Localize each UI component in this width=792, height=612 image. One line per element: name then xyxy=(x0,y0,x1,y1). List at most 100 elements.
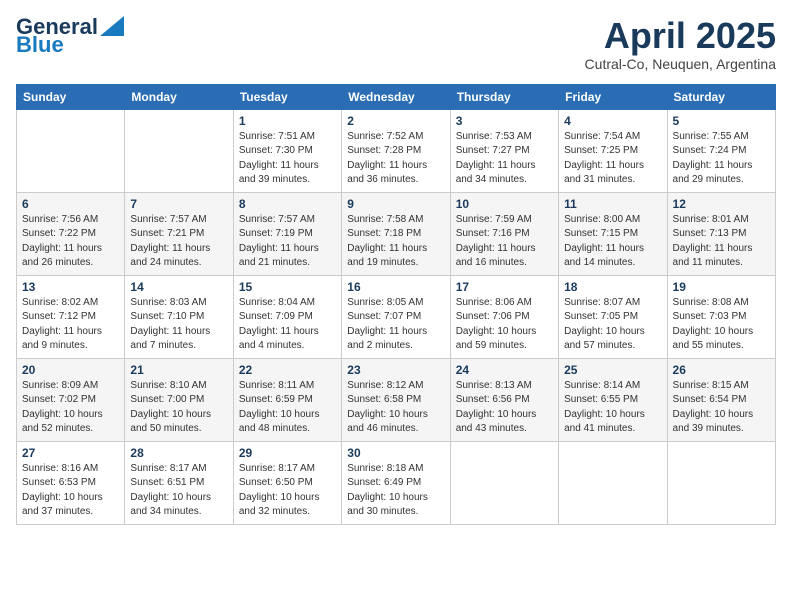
day-info: Sunrise: 7:53 AMSunset: 7:27 PMDaylight:… xyxy=(456,130,553,188)
day-info: Sunrise: 8:09 AMSunset: 7:02 PMDaylight:… xyxy=(22,379,119,437)
weekday-header-row: SundayMondayTuesdayWednesdayThursdayFrid… xyxy=(17,84,776,109)
weekday-header-wednesday: Wednesday xyxy=(342,84,450,109)
day-cell-14: 14 Sunrise: 8:03 AMSunset: 7:10 PMDayligh… xyxy=(125,275,233,358)
day-number: 3 xyxy=(456,114,553,128)
day-cell-17: 17 Sunrise: 8:06 AMSunset: 7:06 PMDayligh… xyxy=(450,275,558,358)
day-number: 4 xyxy=(564,114,661,128)
subtitle: Cutral-Co, Neuquen, Argentina xyxy=(585,56,776,72)
day-number: 11 xyxy=(564,197,661,211)
day-cell-26: 26 Sunrise: 8:15 AMSunset: 6:54 PMDayligh… xyxy=(667,358,775,441)
logo-icon xyxy=(100,16,124,36)
weekday-header-thursday: Thursday xyxy=(450,84,558,109)
day-info: Sunrise: 8:10 AMSunset: 7:00 PMDaylight:… xyxy=(130,379,227,437)
day-cell-7: 7 Sunrise: 7:57 AMSunset: 7:21 PMDaylight… xyxy=(125,192,233,275)
day-number: 5 xyxy=(673,114,770,128)
month-title: April 2025 xyxy=(585,16,776,56)
day-info: Sunrise: 8:07 AMSunset: 7:05 PMDaylight:… xyxy=(564,296,661,354)
day-cell-24: 24 Sunrise: 8:13 AMSunset: 6:56 PMDayligh… xyxy=(450,358,558,441)
day-cell-8: 8 Sunrise: 7:57 AMSunset: 7:19 PMDaylight… xyxy=(233,192,341,275)
day-info: Sunrise: 8:08 AMSunset: 7:03 PMDaylight:… xyxy=(673,296,770,354)
day-number: 16 xyxy=(347,280,444,294)
day-info: Sunrise: 7:58 AMSunset: 7:18 PMDaylight:… xyxy=(347,213,444,271)
day-info: Sunrise: 8:12 AMSunset: 6:58 PMDaylight:… xyxy=(347,379,444,437)
day-info: Sunrise: 7:56 AMSunset: 7:22 PMDaylight:… xyxy=(22,213,119,271)
day-number: 8 xyxy=(239,197,336,211)
day-cell-12: 12 Sunrise: 8:01 AMSunset: 7:13 PMDayligh… xyxy=(667,192,775,275)
day-cell-1: 1 Sunrise: 7:51 AMSunset: 7:30 PMDaylight… xyxy=(233,109,341,192)
day-number: 13 xyxy=(22,280,119,294)
day-info: Sunrise: 8:04 AMSunset: 7:09 PMDaylight:… xyxy=(239,296,336,354)
day-cell-29: 29Sunrise: 8:17 AMSunset: 6:50 PMDayligh… xyxy=(233,441,341,524)
day-info: Sunrise: 8:15 AMSunset: 6:54 PMDaylight:… xyxy=(673,379,770,437)
day-number: 22 xyxy=(239,363,336,377)
day-info: Sunrise: 8:13 AMSunset: 6:56 PMDaylight:… xyxy=(456,379,553,437)
day-cell-22: 22 Sunrise: 8:11 AMSunset: 6:59 PMDayligh… xyxy=(233,358,341,441)
day-cell-15: 15 Sunrise: 8:04 AMSunset: 7:09 PMDayligh… xyxy=(233,275,341,358)
day-cell-23: 23 Sunrise: 8:12 AMSunset: 6:58 PMDayligh… xyxy=(342,358,450,441)
weekday-header-sunday: Sunday xyxy=(17,84,125,109)
day-info: Sunrise: 8:01 AMSunset: 7:13 PMDaylight:… xyxy=(673,213,770,271)
day-cell-9: 9Sunrise: 7:58 AMSunset: 7:18 PMDaylight… xyxy=(342,192,450,275)
week-row-5: 27 Sunrise: 8:16 AMSunset: 6:53 PMDayligh… xyxy=(17,441,776,524)
day-info: Sunrise: 8:02 AMSunset: 7:12 PMDaylight:… xyxy=(22,296,119,354)
day-number: 12 xyxy=(673,197,770,211)
day-info: Sunrise: 8:11 AMSunset: 6:59 PMDaylight:… xyxy=(239,379,336,437)
weekday-header-tuesday: Tuesday xyxy=(233,84,341,109)
day-cell-18: 18Sunrise: 8:07 AMSunset: 7:05 PMDayligh… xyxy=(559,275,667,358)
day-number: 1 xyxy=(239,114,336,128)
day-number: 21 xyxy=(130,363,227,377)
weekday-header-friday: Friday xyxy=(559,84,667,109)
day-info: Sunrise: 7:57 AMSunset: 7:21 PMDaylight:… xyxy=(130,213,227,271)
day-cell-5: 5 Sunrise: 7:55 AMSunset: 7:24 PMDaylight… xyxy=(667,109,775,192)
day-info: Sunrise: 7:55 AMSunset: 7:24 PMDaylight:… xyxy=(673,130,770,188)
day-number: 28 xyxy=(130,446,227,460)
day-info: Sunrise: 8:06 AMSunset: 7:06 PMDaylight:… xyxy=(456,296,553,354)
day-cell-21: 21 Sunrise: 8:10 AMSunset: 7:00 PMDayligh… xyxy=(125,358,233,441)
day-number: 24 xyxy=(456,363,553,377)
day-number: 15 xyxy=(239,280,336,294)
day-number: 29 xyxy=(239,446,336,460)
day-number: 6 xyxy=(22,197,119,211)
day-info: Sunrise: 7:57 AMSunset: 7:19 PMDaylight:… xyxy=(239,213,336,271)
logo: General Blue xyxy=(16,16,124,56)
day-number: 26 xyxy=(673,363,770,377)
day-cell-28: 28 Sunrise: 8:17 AMSunset: 6:51 PMDayligh… xyxy=(125,441,233,524)
day-info: Sunrise: 8:18 AMSunset: 6:49 PMDaylight:… xyxy=(347,462,444,520)
day-info: Sunrise: 8:00 AMSunset: 7:15 PMDaylight:… xyxy=(564,213,661,271)
day-cell-27: 27 Sunrise: 8:16 AMSunset: 6:53 PMDayligh… xyxy=(17,441,125,524)
weekday-header-saturday: Saturday xyxy=(667,84,775,109)
weekday-header-monday: Monday xyxy=(125,84,233,109)
title-block: April 2025 Cutral-Co, Neuquen, Argentina xyxy=(585,16,776,72)
day-cell-30: 30 Sunrise: 8:18 AMSunset: 6:49 PMDayligh… xyxy=(342,441,450,524)
day-number: 17 xyxy=(456,280,553,294)
day-info: Sunrise: 8:05 AMSunset: 7:07 PMDaylight:… xyxy=(347,296,444,354)
day-info: Sunrise: 7:54 AMSunset: 7:25 PMDaylight:… xyxy=(564,130,661,188)
day-info: Sunrise: 8:14 AMSunset: 6:55 PMDaylight:… xyxy=(564,379,661,437)
logo-blue: Blue xyxy=(16,34,64,56)
day-info: Sunrise: 7:51 AMSunset: 7:30 PMDaylight:… xyxy=(239,130,336,188)
day-cell-25: 25Sunrise: 8:14 AMSunset: 6:55 PMDayligh… xyxy=(559,358,667,441)
day-number: 30 xyxy=(347,446,444,460)
day-info: Sunrise: 8:17 AMSunset: 6:51 PMDaylight:… xyxy=(130,462,227,520)
day-number: 2 xyxy=(347,114,444,128)
day-info: Sunrise: 7:52 AMSunset: 7:28 PMDaylight:… xyxy=(347,130,444,188)
day-cell-10: 10Sunrise: 7:59 AMSunset: 7:16 PMDayligh… xyxy=(450,192,558,275)
day-number: 10 xyxy=(456,197,553,211)
empty-cell xyxy=(125,109,233,192)
empty-cell xyxy=(450,441,558,524)
week-row-1: 1 Sunrise: 7:51 AMSunset: 7:30 PMDaylight… xyxy=(17,109,776,192)
page-header: General Blue April 2025 Cutral-Co, Neuqu… xyxy=(16,16,776,72)
day-number: 7 xyxy=(130,197,227,211)
calendar-table: SundayMondayTuesdayWednesdayThursdayFrid… xyxy=(16,84,776,525)
day-number: 23 xyxy=(347,363,444,377)
day-cell-20: 20Sunrise: 8:09 AMSunset: 7:02 PMDayligh… xyxy=(17,358,125,441)
day-info: Sunrise: 8:16 AMSunset: 6:53 PMDaylight:… xyxy=(22,462,119,520)
day-number: 14 xyxy=(130,280,227,294)
week-row-2: 6 Sunrise: 7:56 AMSunset: 7:22 PMDaylight… xyxy=(17,192,776,275)
day-cell-11: 11 Sunrise: 8:00 AMSunset: 7:15 PMDayligh… xyxy=(559,192,667,275)
empty-cell xyxy=(17,109,125,192)
day-number: 27 xyxy=(22,446,119,460)
day-cell-6: 6 Sunrise: 7:56 AMSunset: 7:22 PMDaylight… xyxy=(17,192,125,275)
day-cell-13: 13 Sunrise: 8:02 AMSunset: 7:12 PMDayligh… xyxy=(17,275,125,358)
day-info: Sunrise: 8:03 AMSunset: 7:10 PMDaylight:… xyxy=(130,296,227,354)
